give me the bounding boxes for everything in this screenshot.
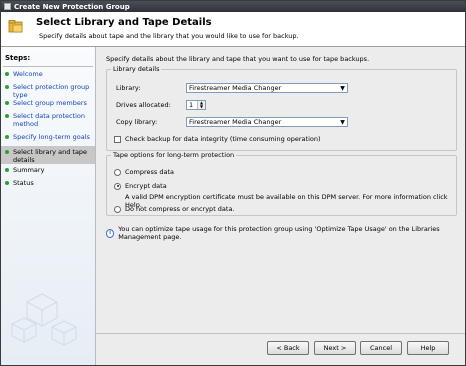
info-message: i You can optimize tape usage for this p… [106,225,465,241]
tape-options-legend: Tape options for long-term protection [113,151,235,159]
step-status-icon [5,181,9,185]
compress-option[interactable]: Compress data [114,168,174,176]
step-status-icon [5,72,9,76]
step-status-icon [5,150,9,154]
title-bar: Create New Protection Group [1,1,465,12]
integrity-checkbox-label: Check backup for data integrity (time co… [125,135,321,143]
help-button[interactable]: Help [407,341,449,355]
no-compress-radio-label: Do not compress or encrypt data. [125,205,235,213]
step-welcome[interactable]: Welcome [1,70,95,83]
step-status-icon [5,101,9,105]
step-label: Welcome [13,70,43,78]
library-dropdown[interactable]: Firestreamer Media Changer ▼ [186,83,348,93]
step-label: Select library and tape details [13,148,88,164]
info-icon: i [106,228,115,238]
step-select-group-members[interactable]: Select group members [1,99,95,112]
step-select-protection-group-type[interactable]: Select protection group type [1,83,95,99]
compress-radio[interactable] [114,168,121,176]
cancel-button[interactable]: Cancel [360,341,402,355]
step-status-icon [5,168,9,172]
no-compress-option[interactable]: Do not compress or encrypt data. [114,205,235,213]
chevron-down-icon[interactable]: ▼ [338,84,347,92]
drives-allocated-value: 1 [189,101,194,109]
drives-allocated-label: Drives allocated: [116,101,171,109]
page-subtitle: Specify details about tape and the libra… [39,32,299,40]
stepper-buttons[interactable]: ▲ ▼ [197,101,205,109]
step-status: Status [1,179,95,192]
step-status-icon [5,85,9,89]
chevron-down-icon[interactable]: ▼ [338,118,347,126]
library-details-legend: Library details [113,65,160,73]
encrypt-option[interactable]: Encrypt data [114,182,167,190]
page-title: Select Library and Tape Details [36,17,212,28]
back-button[interactable]: < Back [267,341,309,355]
library-dropdown-value: Firestreamer Media Changer [189,84,282,92]
decorative-cubes-icon [10,293,78,346]
copy-library-dropdown[interactable]: Firestreamer Media Changer ▼ [186,117,348,127]
step-specify-long-term-goals[interactable]: Specify long-term goals [1,133,95,146]
wizard-window: Create New Protection Group Select Libra… [0,0,466,366]
step-select-library-and-tape-details: Select library and tape details [1,146,95,164]
step-summary: Summary [1,166,95,179]
library-label: Library: [116,84,141,92]
wizard-header: Select Library and Tape Details Specify … [1,12,465,47]
compress-radio-label: Compress data [125,168,174,176]
steps-heading: Steps: [5,54,31,62]
step-label: Specify long-term goals [13,133,90,141]
step-label: Select protection group type [13,83,90,99]
step-select-data-protection-method[interactable]: Select data protection method [1,112,95,133]
spin-down-icon[interactable]: ▼ [198,105,205,109]
window-title: Create New Protection Group [14,2,130,11]
no-compress-radio[interactable] [114,205,121,213]
main-content: Specify details about the library and ta… [96,47,465,365]
next-button[interactable]: Next > [314,341,356,355]
encrypt-radio[interactable] [114,182,121,190]
copy-library-dropdown-value: Firestreamer Media Changer [189,118,282,126]
steps-panel: Steps: Welcome Select protection group t… [1,47,96,365]
library-folder-icon [8,20,23,33]
intro-text: Specify details about the library and ta… [106,55,370,63]
step-label: Summary [13,166,45,174]
step-status-icon [5,135,9,139]
info-text: You can optimize tape usage for this pro… [118,225,440,241]
step-status-icon [5,114,9,118]
step-label: Select data protection method [13,112,86,128]
encrypt-radio-label: Encrypt data [125,182,167,190]
drives-allocated-stepper[interactable]: 1 ▲ ▼ [186,100,206,110]
copy-library-label: Copy library: [116,118,158,126]
integrity-checkbox[interactable] [114,135,121,143]
integrity-check-option[interactable]: Check backup for data integrity (time co… [114,135,321,143]
app-icon [4,3,11,10]
footer-divider [96,333,465,334]
step-label: Status [13,179,34,187]
step-label: Select group members [13,99,87,107]
